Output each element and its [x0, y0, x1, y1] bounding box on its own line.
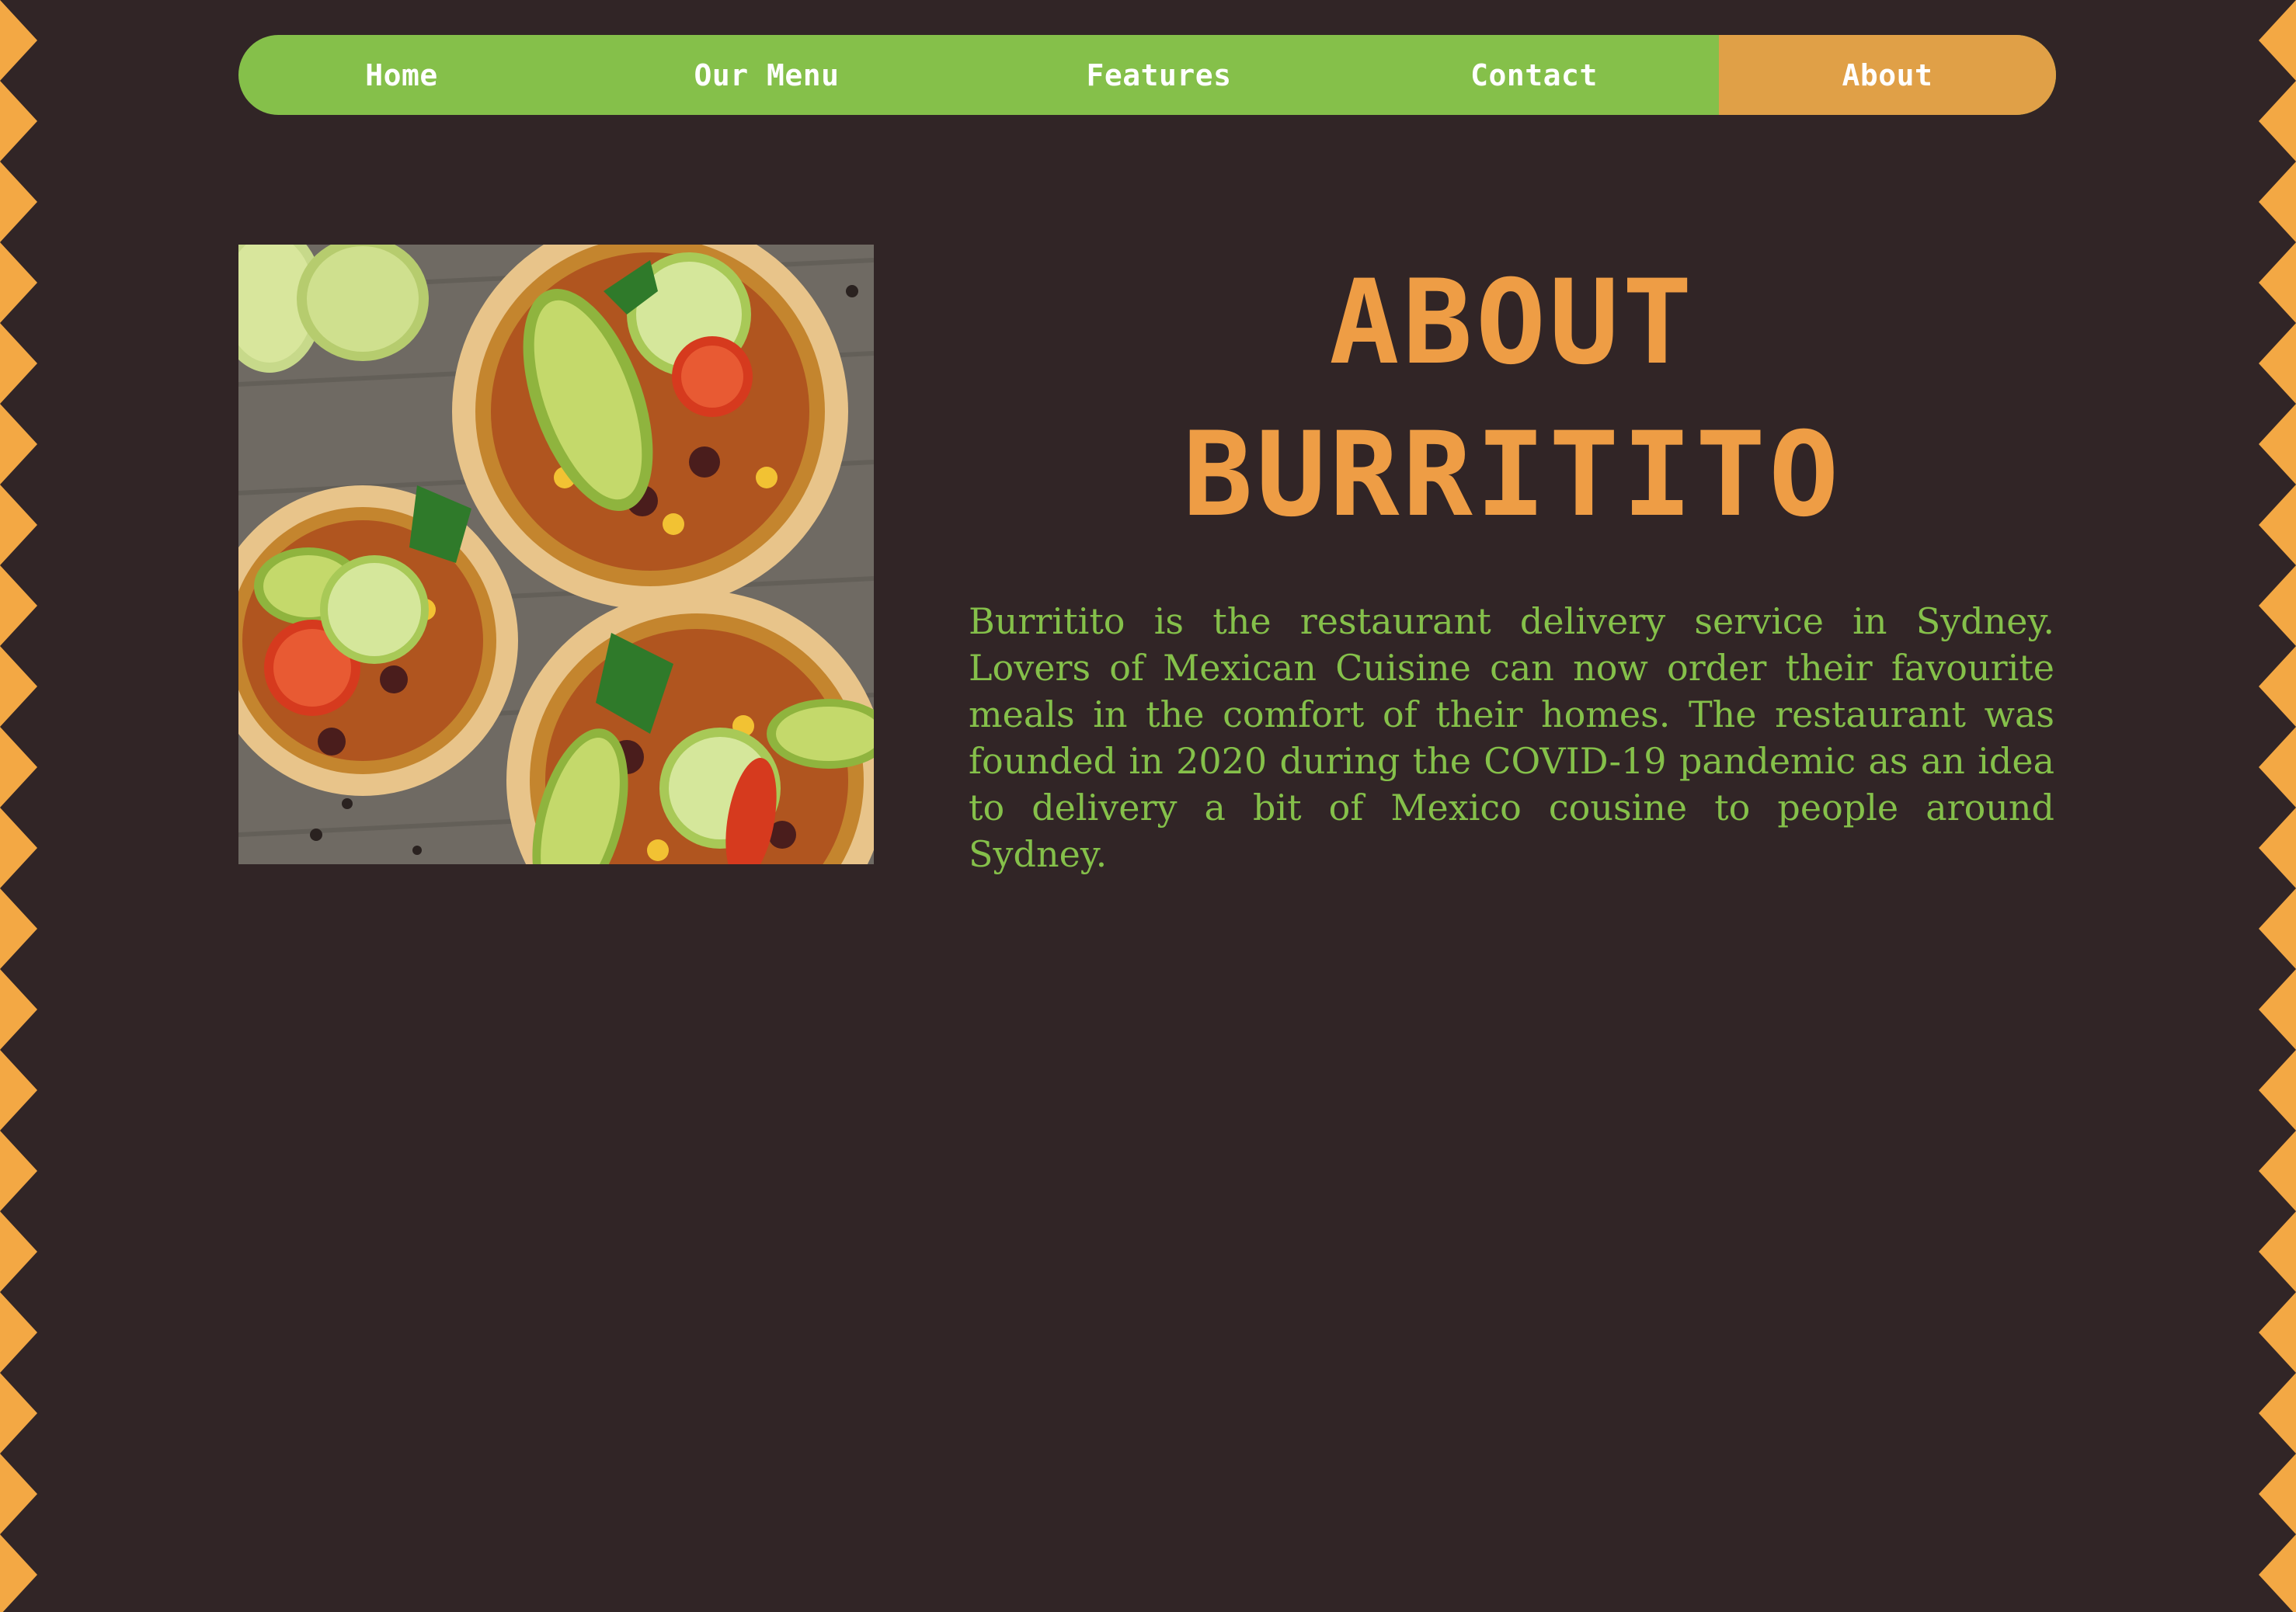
nav-about-link[interactable]: About — [1719, 35, 2056, 115]
left-zigzag-border — [0, 0, 37, 1612]
mexican-food-photo — [238, 245, 874, 864]
zigzag-pattern-right — [2259, 0, 2296, 1612]
right-zigzag-border — [2259, 0, 2296, 1612]
about-description: Burritito is the restaurant delivery ser… — [969, 600, 2054, 875]
main-navbar: Home Our Menu Features Contact About — [238, 35, 2056, 115]
food-illustration — [238, 245, 874, 864]
nav-home-link[interactable]: Home — [238, 35, 565, 115]
nav-our-menu-link[interactable]: Our Menu — [565, 35, 969, 115]
about-heading-line2: BURRITITO — [1182, 408, 1842, 543]
nav-contact-link[interactable]: Contact — [1349, 35, 1719, 115]
nav-features-link[interactable]: Features — [969, 35, 1349, 115]
about-heading: ABOUT BURRITITO — [969, 247, 2056, 551]
about-heading-line1: ABOUT — [1329, 255, 1696, 391]
zigzag-pattern-left — [0, 0, 37, 1612]
